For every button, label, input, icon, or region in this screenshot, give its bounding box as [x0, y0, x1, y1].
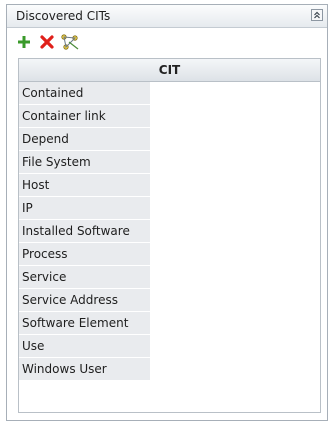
table-row[interactable]: Host	[19, 174, 320, 197]
cit-name-cell: Contained	[19, 82, 150, 105]
cit-name-cell: Software Element	[19, 312, 150, 335]
cit-name-cell: Service	[19, 266, 150, 289]
cit-name-cell: Container link	[19, 105, 150, 128]
panel-title: Discovered CITs	[16, 9, 111, 23]
table-row[interactable]: Software Element	[19, 312, 320, 335]
cit-name-cell: Host	[19, 174, 150, 197]
collapse-icon[interactable]	[311, 9, 323, 21]
table-row[interactable]: Process	[19, 243, 320, 266]
table-row[interactable]: Installed Software	[19, 220, 320, 243]
table-row[interactable]: Container link	[19, 105, 320, 128]
discovered-cits-panel: Discovered CITs CIT Contained Container …	[6, 4, 328, 421]
table-row[interactable]: Contained	[19, 82, 320, 105]
cit-name-cell: Depend	[19, 128, 150, 151]
cit-grid: CIT Contained Container link Depend File Sy…	[18, 58, 321, 413]
cit-name-cell: Process	[19, 243, 150, 266]
cit-name-cell: Use	[19, 335, 150, 358]
cit-name-cell: IP	[19, 197, 150, 220]
table-row[interactable]: File System	[19, 151, 320, 174]
cit-name-cell: Installed Software	[19, 220, 150, 243]
table-row[interactable]: Service Address	[19, 289, 320, 312]
delete-icon[interactable]	[38, 33, 56, 51]
topology-icon[interactable]	[60, 33, 79, 51]
table-row[interactable]: Service	[19, 266, 320, 289]
panel-header: Discovered CITs	[7, 5, 327, 28]
table-row[interactable]: IP	[19, 197, 320, 220]
add-icon[interactable]	[15, 33, 33, 51]
cit-name-cell: Service Address	[19, 289, 150, 312]
column-header-cit[interactable]: CIT	[19, 59, 320, 82]
table-row[interactable]: Depend	[19, 128, 320, 151]
cit-name-cell: File System	[19, 151, 150, 174]
cit-name-cell: Windows User	[19, 358, 150, 381]
table-row[interactable]: Use	[19, 335, 320, 358]
cit-rows: Contained Container link Depend File System…	[19, 82, 320, 381]
table-row[interactable]: Windows User	[19, 358, 320, 381]
